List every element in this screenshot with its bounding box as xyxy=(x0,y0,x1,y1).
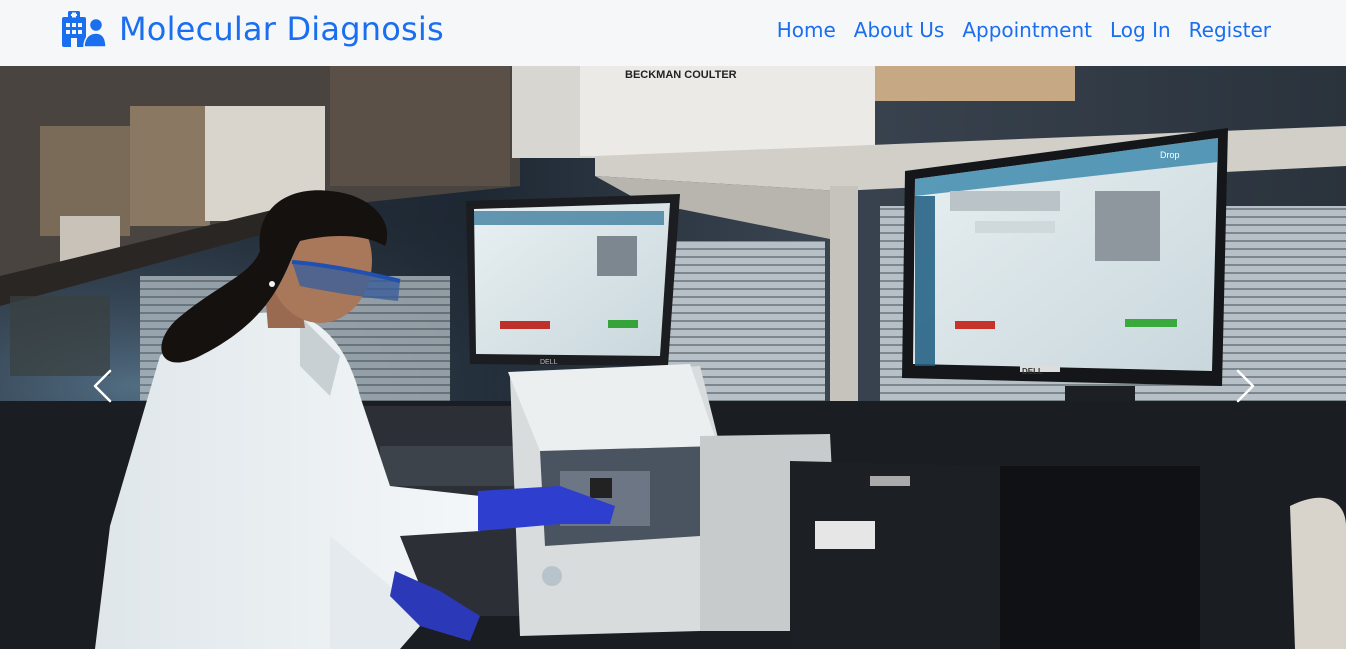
right-monitor-brand: DELL xyxy=(1022,367,1043,376)
left-monitor-brand: DELL xyxy=(540,359,558,366)
right-monitor-app-title: Drop xyxy=(1160,150,1180,160)
top-navbar: Molecular Diagnosis Home About Us Appoin… xyxy=(0,0,1346,66)
carousel-prev-button[interactable] xyxy=(72,346,132,426)
box-label-text: BECKMAN COULTER xyxy=(625,69,737,81)
nav-appointment-link[interactable]: Appointment xyxy=(962,18,1092,42)
nav-login-link[interactable]: Log In xyxy=(1110,18,1171,42)
nav-about-link[interactable]: About Us xyxy=(854,18,945,42)
hero-carousel: BECKMAN COULTER DELL Drop DELL xyxy=(0,66,1346,649)
nav-register-link[interactable]: Register xyxy=(1189,18,1271,42)
chevron-left-icon xyxy=(93,369,112,403)
nav-home-link[interactable]: Home xyxy=(777,18,836,42)
brand-title: Molecular Diagnosis xyxy=(119,10,444,48)
lab-scientist-photo: BECKMAN COULTER DELL Drop DELL xyxy=(0,66,1346,649)
hospital-user-icon xyxy=(62,11,106,47)
carousel-next-button[interactable] xyxy=(1216,346,1276,426)
nav-menu: Home About Us Appointment Log In Registe… xyxy=(777,18,1271,42)
brand-link[interactable]: Molecular Diagnosis xyxy=(60,8,444,50)
chevron-right-icon xyxy=(1236,369,1255,403)
